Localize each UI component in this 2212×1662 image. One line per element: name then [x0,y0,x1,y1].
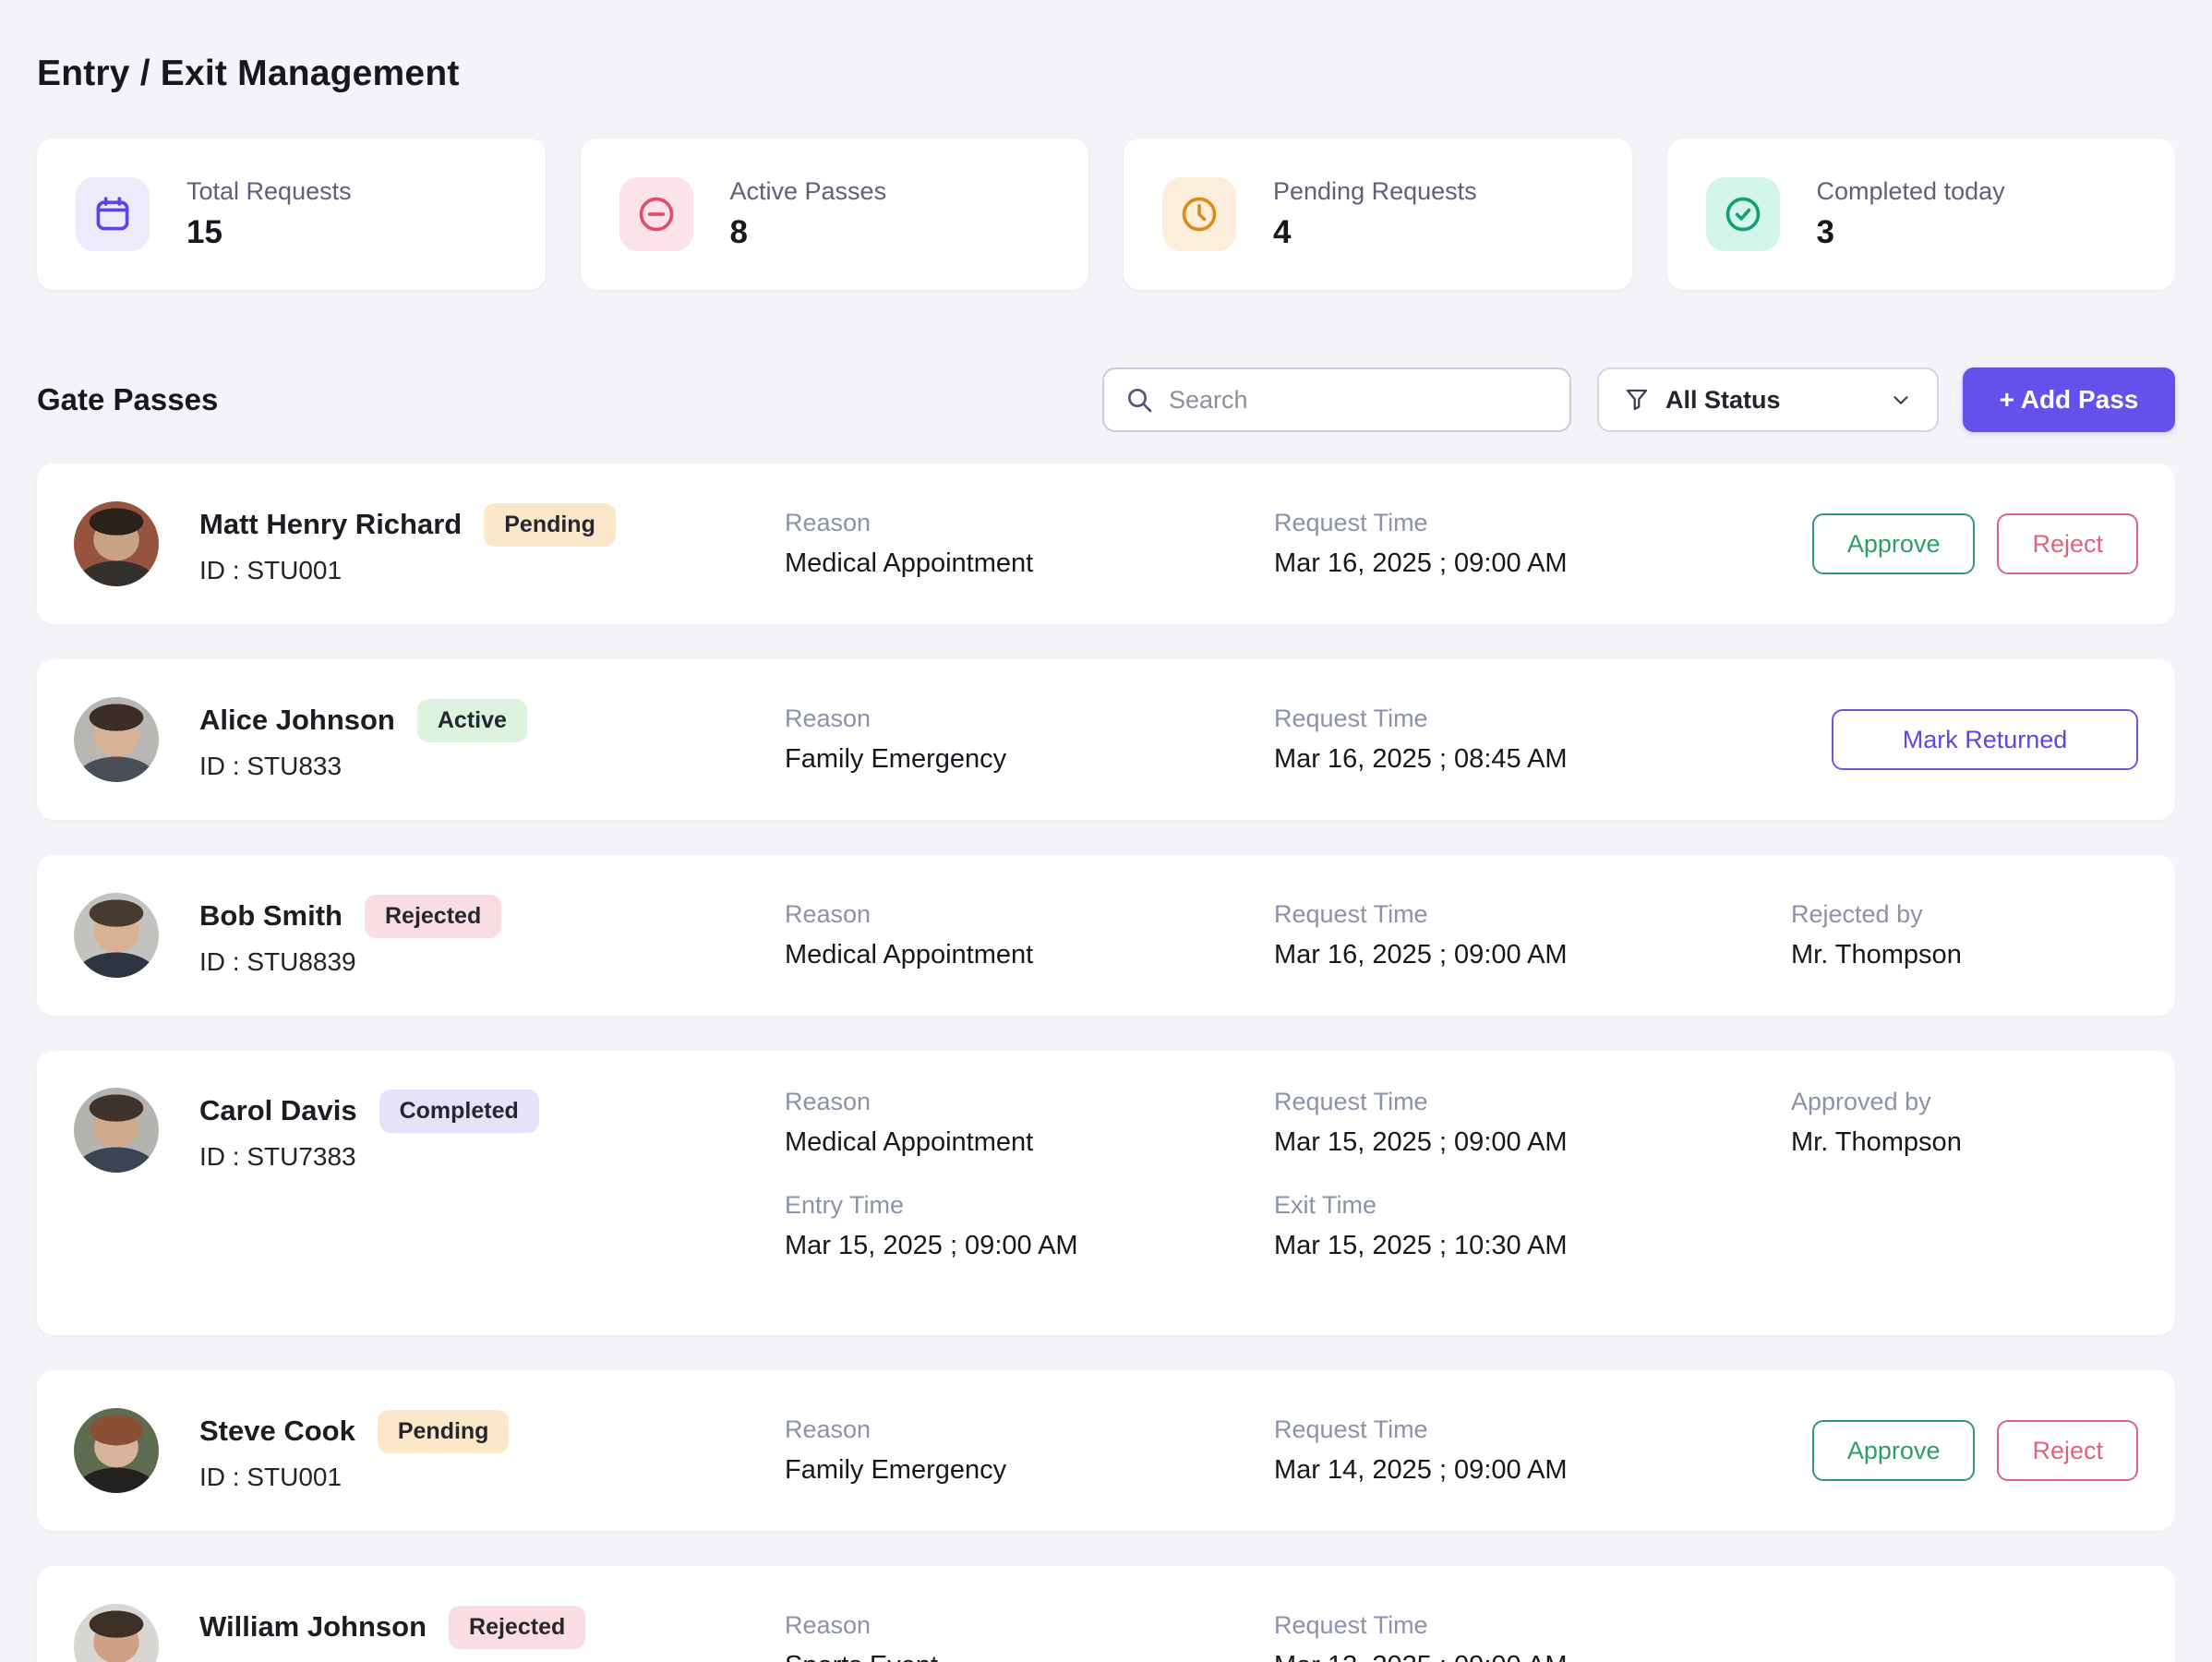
pass-actions: Approve Reject [1791,513,2138,574]
stat-value: 15 [186,214,352,251]
status-filter-dropdown[interactable]: All Status [1597,367,1939,432]
pass-identity: William Johnson Rejected ID : STU536 [74,1604,785,1662]
request-time-field: Request Time Mar 13, 2025 ; 09:00 AM [1274,1611,1791,1662]
pass-identity: Alice Johnson Active ID : STU833 [74,697,785,782]
minus-circle-icon [619,177,693,251]
stat-card-total-requests: Total Requests 15 [37,138,546,290]
stat-label: Pending Requests [1273,177,1477,206]
pass-actions: Approve Reject [1791,1420,2138,1481]
request-time-field: Request Time Mar 14, 2025 ; 09:00 AM [1274,1415,1791,1486]
avatar [74,1088,159,1173]
stat-label: Completed today [1817,177,2005,206]
stat-card-active-passes: Active Passes 8 [581,138,1089,290]
request-time-field: Request Time Mar 16, 2025 ; 08:45 AM [1274,705,1791,775]
rejected-by-field: Rejected by Mr. Thompson [1791,900,2138,970]
stats-row: Total Requests 15 Active Passes 8 [37,138,2175,290]
search-icon [1124,385,1154,415]
calendar-icon [76,177,150,251]
status-badge: Pending [378,1410,510,1453]
exit-time-field: Exit Time Mar 15, 2025 ; 10:30 AM [1274,1191,1791,1261]
reject-button[interactable]: Reject [1997,1420,2138,1481]
pass-identity: Bob Smith Rejected ID : STU8839 [74,893,785,978]
status-badge: Active [417,699,527,742]
stat-value: 3 [1817,214,2005,251]
pass-name: Matt Henry Richard [199,508,462,541]
gate-pass-list: Matt Henry Richard Pending ID : STU001 R… [37,464,2175,1662]
reason-field: Reason Medical Appointment [785,509,1274,579]
pass-name: Carol Davis [199,1094,357,1127]
pass-id: ID : STU001 [199,556,616,585]
request-time-field: Request Time Mar 16, 2025 ; 09:00 AM [1274,509,1791,579]
avatar [74,893,159,978]
pass-identity: Matt Henry Richard Pending ID : STU001 [74,501,785,586]
request-exit-column: Request Time Mar 15, 2025 ; 09:00 AM Exi… [1274,1088,1791,1261]
avatar [74,1408,159,1493]
reason-field: Reason Medical Appointment [785,900,1274,970]
pass-name: William Johnson [199,1610,427,1644]
gate-passes-title: Gate Passes [37,382,218,417]
pass-identity: Carol Davis Completed ID : STU7383 [74,1088,785,1173]
reason-field: Reason Medical Appointment [785,1088,1274,1158]
reason-field: Reason Family Emergency [785,1415,1274,1486]
approved-by-field: Approved by Mr. Thompson [1791,1088,2138,1158]
pass-id: ID : STU7383 [199,1142,539,1172]
avatar [74,501,159,586]
avatar [74,1604,159,1662]
add-pass-button[interactable]: + Add Pass [1963,367,2175,432]
stat-card-pending-requests: Pending Requests 4 [1124,138,1632,290]
pass-name: Steve Cook [199,1415,355,1448]
search-box[interactable] [1102,367,1571,432]
reason-field: Reason Sports Event [785,1611,1274,1662]
reject-button[interactable]: Reject [1997,513,2138,574]
gate-pass-row: William Johnson Rejected ID : STU536 Rea… [37,1566,2175,1662]
gate-pass-row: Matt Henry Richard Pending ID : STU001 R… [37,464,2175,624]
clock-icon [1162,177,1236,251]
mark-returned-button[interactable]: Mark Returned [1832,709,2138,770]
status-badge: Completed [379,1090,539,1133]
page-title: Entry / Exit Management [37,54,2175,94]
pass-name: Alice Johnson [199,704,395,737]
status-badge: Pending [484,503,616,547]
chevron-down-icon [1889,388,1913,412]
stat-value: 8 [730,214,887,251]
pass-id: ID : STU001 [199,1463,509,1492]
avatar [74,697,159,782]
pass-name: Bob Smith [199,899,343,933]
pass-id: ID : STU8839 [199,947,501,977]
filter-funnel-icon [1623,386,1651,414]
gate-pass-row: Carol Davis Completed ID : STU7383 Reaso… [37,1051,2175,1335]
pass-actions: Mark Returned [1791,709,2138,770]
approve-button[interactable]: Approve [1812,513,1976,574]
entry-exit-management-page: Entry / Exit Management Total Requests 1… [0,54,2212,1662]
request-time-field: Request Time Mar 16, 2025 ; 09:00 AM [1274,900,1791,970]
pass-id: ID : STU536 [199,1658,585,1662]
status-filter-label: All Status [1665,386,1781,415]
search-input[interactable] [1169,386,1549,415]
gate-pass-row: Steve Cook Pending ID : STU001 Reason Fa… [37,1370,2175,1531]
stat-card-completed-today: Completed today 3 [1667,138,2176,290]
stat-value: 4 [1273,214,1477,251]
pass-id: ID : STU833 [199,752,527,781]
approve-button[interactable]: Approve [1812,1420,1976,1481]
gate-passes-header: Gate Passes All Status + Add Pass [37,367,2175,432]
status-badge: Rejected [365,895,501,938]
stat-label: Active Passes [730,177,887,206]
stat-label: Total Requests [186,177,352,206]
pass-identity: Steve Cook Pending ID : STU001 [74,1408,785,1493]
gate-pass-row: Alice Johnson Active ID : STU833 Reason … [37,659,2175,820]
status-badge: Rejected [449,1606,585,1649]
request-time-field: Request Time Mar 15, 2025 ; 09:00 AM [1274,1088,1791,1158]
entry-time-field: Entry Time Mar 15, 2025 ; 09:00 AM [785,1191,1274,1261]
check-circle-icon [1706,177,1780,251]
gate-pass-row: Bob Smith Rejected ID : STU8839 Reason M… [37,855,2175,1016]
reason-entry-column: Reason Medical Appointment Entry Time Ma… [785,1088,1274,1261]
reason-field: Reason Family Emergency [785,705,1274,775]
